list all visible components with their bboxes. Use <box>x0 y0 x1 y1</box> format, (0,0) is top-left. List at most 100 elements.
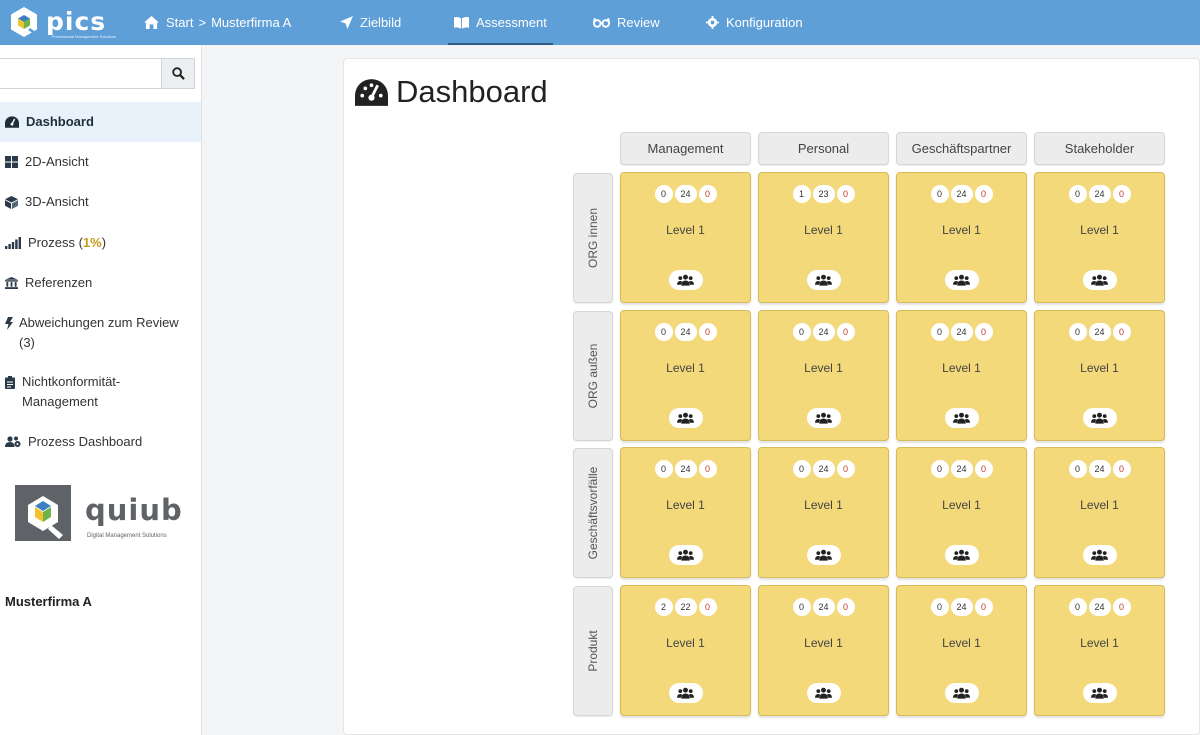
users-button[interactable] <box>806 545 841 565</box>
sidebar-item-nichtkonformitaet[interactable]: Nichtkonformität-Management <box>0 372 180 412</box>
quiub-logo-icon <box>15 485 71 541</box>
nav-zielbild[interactable]: Zielbild <box>340 0 401 45</box>
bank-icon <box>5 277 18 289</box>
users-button[interactable] <box>668 545 703 565</box>
matrix-cell[interactable]: 0 24 0 Level 1 <box>1034 585 1165 716</box>
sidebar-item-label: Nichtkonformität-Management <box>22 374 121 409</box>
matrix-cell[interactable]: 0 24 0 Level 1 <box>896 447 1027 578</box>
count-badges: 1 23 0 <box>759 185 888 203</box>
users-button[interactable] <box>806 683 841 703</box>
row-header-org-aussen: ORG außen <box>573 311 613 441</box>
count-badge-open: 24 <box>812 460 835 478</box>
count-badges: 0 24 0 <box>897 185 1026 203</box>
matrix-cell[interactable]: 2 22 0 Level 1 <box>620 585 751 716</box>
matrix-cell[interactable]: 0 24 0 Level 1 <box>896 585 1027 716</box>
tachometer-icon <box>5 116 19 128</box>
count-badge-done: 0 <box>792 460 811 478</box>
sidebar-item-prozess[interactable]: Prozess (1%) <box>0 233 201 253</box>
clipboard-icon <box>5 376 15 389</box>
count-badges: 0 24 0 <box>759 460 888 478</box>
nav-assessment[interactable]: Assessment <box>448 0 553 45</box>
count-badge-open: 24 <box>674 323 697 341</box>
logo-text: pics <box>46 7 107 36</box>
matrix-cell[interactable]: 0 24 0 Level 1 <box>758 310 889 441</box>
count-badge-open: 24 <box>950 460 973 478</box>
app-logo[interactable]: pics Professional Management Solutions <box>8 4 116 40</box>
count-badges: 2 22 0 <box>621 598 750 616</box>
search-input[interactable] <box>0 58 162 89</box>
count-badge-open: 24 <box>950 185 973 203</box>
count-badge-done: 0 <box>654 323 673 341</box>
matrix-cell[interactable]: 0 24 0 Level 1 <box>620 447 751 578</box>
matrix-cell[interactable]: 0 24 0 Level 1 <box>896 172 1027 303</box>
count-badges: 0 24 0 <box>759 598 888 616</box>
sidebar-item-abweichungen[interactable]: Abweichungen zum Review (3) <box>0 313 195 353</box>
users-button[interactable] <box>806 408 841 428</box>
breadcrumb-separator: > <box>198 15 207 30</box>
sidebar-item-3d-ansicht[interactable]: 3D-Ansicht <box>0 192 201 212</box>
level-label: Level 1 <box>1080 223 1119 237</box>
matrix-cell[interactable]: 0 24 0 Level 1 <box>1034 310 1165 441</box>
users-button[interactable] <box>944 545 979 565</box>
column-header-personal: Personal <box>758 132 889 165</box>
matrix-cell[interactable]: 0 24 0 Level 1 <box>758 447 889 578</box>
sidebar-item-referenzen[interactable]: Referenzen <box>0 273 201 293</box>
matrix-cell[interactable]: 0 24 0 Level 1 <box>1034 172 1165 303</box>
count-badge-done: 0 <box>1068 460 1087 478</box>
nav-konfiguration[interactable]: Konfiguration <box>706 0 803 45</box>
sidebar-item-prozess-dashboard[interactable]: Prozess Dashboard <box>0 432 201 452</box>
breadcrumb-start[interactable]: Start <box>166 15 193 30</box>
matrix-cell[interactable]: 0 24 0 Level 1 <box>896 310 1027 441</box>
matrix-cell[interactable]: 0 24 0 Level 1 <box>758 585 889 716</box>
sidebar-item-dashboard[interactable]: Dashboard <box>0 102 201 142</box>
matrix-cell[interactable]: 0 24 0 Level 1 <box>1034 447 1165 578</box>
users-button[interactable] <box>668 270 703 290</box>
users-button[interactable] <box>1082 270 1117 290</box>
users-button[interactable] <box>944 270 979 290</box>
nav-review[interactable]: Review <box>593 0 660 45</box>
count-badge-open: 24 <box>1088 598 1111 616</box>
count-badge-done: 0 <box>930 598 949 616</box>
users-button[interactable] <box>668 408 703 428</box>
count-badges: 0 24 0 <box>1035 460 1164 478</box>
level-label: Level 1 <box>942 636 981 650</box>
matrix-cell[interactable]: 0 24 0 Level 1 <box>620 172 751 303</box>
users-button[interactable] <box>668 683 703 703</box>
count-badges: 0 24 0 <box>1035 185 1164 203</box>
sidebar: Dashboard 2D-Ansicht 3D-Ansicht Prozess … <box>0 45 202 735</box>
count-badge-issues: 0 <box>1112 323 1131 341</box>
sidebar-item-label: 3D-Ansicht <box>25 194 89 209</box>
row-header-label: ORG innen <box>586 207 600 269</box>
users-icon <box>815 549 832 561</box>
column-header-label: Personal <box>797 141 850 156</box>
count-badge-open: 24 <box>950 323 973 341</box>
matrix-cell[interactable]: 1 23 0 Level 1 <box>758 172 889 303</box>
count-badge-issues: 0 <box>1112 598 1131 616</box>
users-icon <box>1091 687 1108 699</box>
cube-icon <box>5 196 18 209</box>
count-badges: 0 24 0 <box>621 185 750 203</box>
sidebar-item-label: Referenzen <box>25 275 93 290</box>
row-header-produkt: Produkt <box>573 586 613 716</box>
sidebar-item-2d-ansicht[interactable]: 2D-Ansicht <box>0 152 201 172</box>
prozess-percent: 1% <box>82 235 102 250</box>
search-button[interactable] <box>161 58 195 89</box>
matrix-cell[interactable]: 0 24 0 Level 1 <box>620 310 751 441</box>
users-button[interactable] <box>806 270 841 290</box>
quiub-logo-text: quiub <box>85 493 183 527</box>
count-badges: 0 24 0 <box>621 460 750 478</box>
nav-breadcrumb[interactable]: Start > Musterfirma A <box>144 0 291 45</box>
count-badge-done: 0 <box>1068 323 1087 341</box>
users-button[interactable] <box>1082 683 1117 703</box>
prozess-suffix: ) <box>101 235 107 250</box>
users-icon <box>1091 412 1108 424</box>
level-label: Level 1 <box>804 361 843 375</box>
users-button[interactable] <box>1082 408 1117 428</box>
users-button[interactable] <box>944 683 979 703</box>
users-button[interactable] <box>1082 545 1117 565</box>
breadcrumb-company[interactable]: Musterfirma A <box>211 15 291 30</box>
count-badge-done: 0 <box>654 460 673 478</box>
users-button[interactable] <box>944 408 979 428</box>
count-badge-done: 0 <box>654 185 673 203</box>
page-title-text: Dashboard <box>396 74 548 109</box>
